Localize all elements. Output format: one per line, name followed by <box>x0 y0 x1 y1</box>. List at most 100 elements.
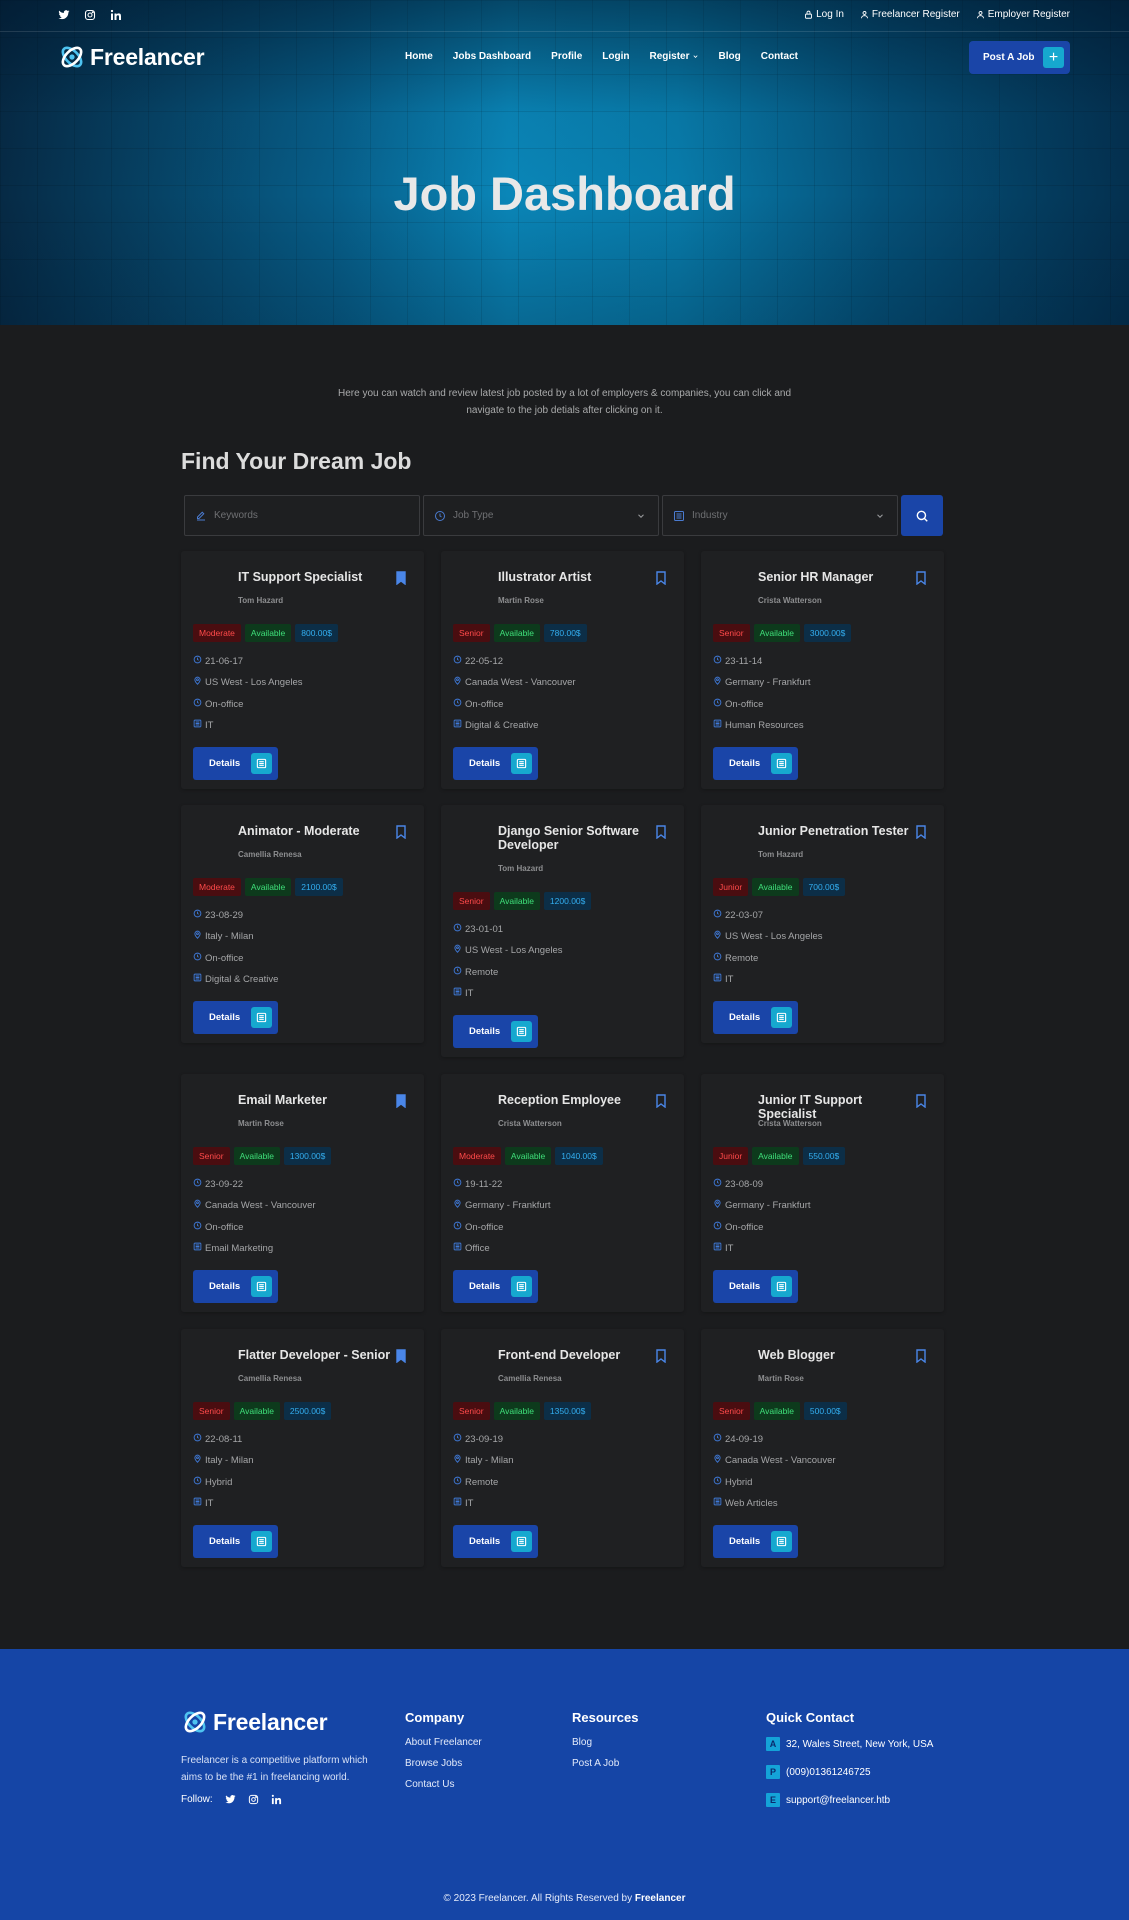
bookmark-icon[interactable] <box>916 1094 926 1108</box>
details-button[interactable]: Details <box>193 1001 278 1034</box>
price-badge: 1200.00$ <box>543 892 592 910</box>
nav-home[interactable]: Home <box>405 51 433 62</box>
job-title[interactable]: Junior IT Support Specialist <box>758 1093 923 1121</box>
twitter-icon[interactable] <box>58 9 70 21</box>
nav-blog[interactable]: Blog <box>719 51 741 62</box>
footer-link-post-job[interactable]: Post A Job <box>572 1758 638 1769</box>
location-pin-icon <box>453 944 462 956</box>
bookmark-icon[interactable] <box>656 571 666 585</box>
details-button[interactable]: Details <box>453 1270 538 1303</box>
job-date: 19-11-22 <box>453 1178 502 1190</box>
footer-company: Company About Freelancer Browse Jobs Con… <box>405 1710 482 1790</box>
job-title[interactable]: Email Marketer <box>238 1093 403 1107</box>
details-button[interactable]: Details <box>713 1270 798 1303</box>
details-button[interactable]: Details <box>453 1015 538 1048</box>
job-title[interactable]: Illustrator Artist <box>498 570 663 584</box>
job-title[interactable]: IT Support Specialist <box>238 570 403 584</box>
search-button[interactable] <box>901 495 943 536</box>
footer-logo[interactable]: Freelancer <box>181 1708 328 1736</box>
details-icon <box>251 753 272 774</box>
job-card[interactable]: Django Senior Software Developer Tom Haza… <box>441 805 684 1057</box>
instagram-icon[interactable] <box>84 9 96 21</box>
job-card[interactable]: Reception Employee Crista Watterson Modera… <box>441 1074 684 1312</box>
job-card[interactable]: Animator - Moderate Camellia Renesa Modera… <box>181 805 424 1043</box>
details-button[interactable]: Details <box>713 747 798 780</box>
job-work-type: On-office <box>193 952 243 964</box>
details-button[interactable]: Details <box>193 1525 278 1558</box>
job-title[interactable]: Junior Penetration Tester <box>758 824 923 838</box>
linkedin-icon[interactable] <box>271 1794 282 1805</box>
job-title[interactable]: Flatter Developer - Senior <box>238 1348 403 1362</box>
details-button[interactable]: Details <box>713 1001 798 1034</box>
location-pin-icon <box>193 1454 202 1466</box>
price-badge: 1040.00$ <box>555 1147 603 1165</box>
details-button[interactable]: Details <box>453 747 538 780</box>
footer-link-browse-jobs[interactable]: Browse Jobs <box>405 1758 482 1769</box>
job-type-select[interactable]: Job Type <box>423 495 659 536</box>
bookmark-icon[interactable] <box>396 571 406 585</box>
details-icon <box>511 753 532 774</box>
linkedin-icon[interactable] <box>110 9 122 21</box>
bookmark-icon[interactable] <box>656 825 666 839</box>
job-title[interactable]: Senior HR Manager <box>758 570 923 584</box>
industry-select[interactable]: Industry <box>662 495 898 536</box>
details-button[interactable]: Details <box>713 1525 798 1558</box>
bookmark-icon[interactable] <box>916 1349 926 1363</box>
job-date: 23-11-14 <box>713 655 762 667</box>
job-title[interactable]: Animator - Moderate <box>238 824 403 838</box>
intro-text: Here you can watch and review latest job… <box>337 388 792 416</box>
freelancer-register-link[interactable]: Freelancer Register <box>860 9 960 20</box>
bookmark-icon[interactable] <box>396 1349 406 1363</box>
job-card[interactable]: Junior IT Support Specialist Crista Watte… <box>701 1074 944 1312</box>
site-logo[interactable]: Freelancer <box>58 43 205 71</box>
employer-register-link[interactable]: Employer Register <box>976 9 1070 20</box>
post-job-button[interactable]: Post A Job + <box>969 41 1070 74</box>
job-card[interactable]: Email Marketer Martin Rose Senior Available… <box>181 1074 424 1312</box>
job-industry: IT <box>713 973 733 985</box>
details-button[interactable]: Details <box>193 1270 278 1303</box>
details-button[interactable]: Details <box>193 747 278 780</box>
job-card[interactable]: Flatter Developer - Senior Camellia Renes… <box>181 1329 424 1567</box>
bookmark-icon[interactable] <box>656 1349 666 1363</box>
details-button[interactable]: Details <box>453 1525 538 1558</box>
job-search-form: Keywords Job Type Industry <box>184 495 943 536</box>
footer-link-about[interactable]: About Freelancer <box>405 1737 482 1748</box>
job-card[interactable]: Web Blogger Martin Rose Senior Available 500… <box>701 1329 944 1567</box>
contact-email[interactable]: E support@freelancer.htb <box>766 1793 933 1807</box>
twitter-icon[interactable] <box>225 1794 236 1805</box>
bookmark-icon[interactable] <box>396 1094 406 1108</box>
instagram-icon[interactable] <box>248 1794 259 1805</box>
nav-contact[interactable]: Contact <box>761 51 798 62</box>
bookmark-icon[interactable] <box>916 571 926 585</box>
nav-profile[interactable]: Profile <box>551 51 582 62</box>
level-badge: Junior <box>713 878 749 896</box>
footer-link-contact[interactable]: Contact Us <box>405 1779 482 1790</box>
footer-link-blog[interactable]: Blog <box>572 1737 638 1748</box>
clock-icon <box>713 1433 722 1445</box>
job-title[interactable]: Django Senior Software Developer <box>498 824 663 852</box>
level-badge: Senior <box>453 892 490 910</box>
keywords-input[interactable]: Keywords <box>184 495 420 536</box>
clock-icon <box>453 1178 462 1190</box>
job-card[interactable]: IT Support Specialist Tom Hazard Moderate A… <box>181 551 424 789</box>
bookmark-icon[interactable] <box>396 825 406 839</box>
chevron-down-icon <box>638 513 644 518</box>
nav-login[interactable]: Login <box>602 51 629 62</box>
job-card[interactable]: Illustrator Artist Martin Rose Senior Avail… <box>441 551 684 789</box>
job-badges: Junior Available 550.00$ <box>713 1147 846 1165</box>
bookmark-icon[interactable] <box>916 825 926 839</box>
job-location: Germany - Frankfurt <box>713 1199 811 1211</box>
job-location: US West - Los Angeles <box>193 676 303 688</box>
nav-register[interactable]: Register <box>650 51 699 62</box>
job-work-type: On-office <box>713 1221 763 1233</box>
job-title[interactable]: Reception Employee <box>498 1093 663 1107</box>
job-card[interactable]: Junior Penetration Tester Tom Hazard Junio… <box>701 805 944 1043</box>
job-card[interactable]: Senior HR Manager Crista Watterson Senior A… <box>701 551 944 789</box>
footer-about: Freelancer is a competitive platform whi… <box>181 1755 368 1783</box>
nav-jobs-dashboard[interactable]: Jobs Dashboard <box>453 51 531 62</box>
job-card[interactable]: Front-end Developer Camellia Renesa Senior… <box>441 1329 684 1567</box>
bookmark-icon[interactable] <box>656 1094 666 1108</box>
job-title[interactable]: Front-end Developer <box>498 1348 663 1362</box>
login-link[interactable]: Log In <box>804 9 844 20</box>
job-title[interactable]: Web Blogger <box>758 1348 923 1362</box>
